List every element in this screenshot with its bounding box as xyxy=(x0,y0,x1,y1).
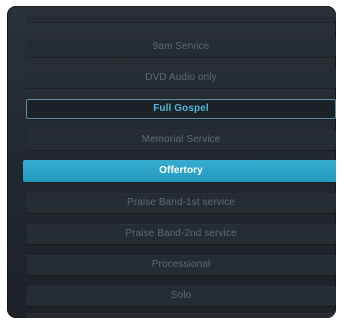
list-item-partial-bottom xyxy=(26,313,336,318)
list-item-partial-top xyxy=(26,14,336,22)
list-item-full-gospel[interactable]: Full Gospel xyxy=(26,99,336,119)
list-item-offertory-selected[interactable]: Offertory xyxy=(23,160,336,182)
list-item-memorial-service[interactable]: Memorial Service xyxy=(26,130,336,150)
list-item-processional[interactable]: Processional xyxy=(26,255,336,275)
list-item-9am-service[interactable]: 9am Service xyxy=(26,37,336,57)
list-item-dvd-audio-only[interactable]: DVD Audio only xyxy=(26,68,336,88)
list-item-praise-band-1st[interactable]: Praise Band-1st service xyxy=(26,193,336,213)
list-item-praise-band-2nd[interactable]: Praise Band-2nd service xyxy=(26,224,336,244)
preset-list-panel: 9am Service DVD Audio only Full Gospel M… xyxy=(7,6,336,318)
list-item-solo[interactable]: Solo xyxy=(26,286,336,306)
